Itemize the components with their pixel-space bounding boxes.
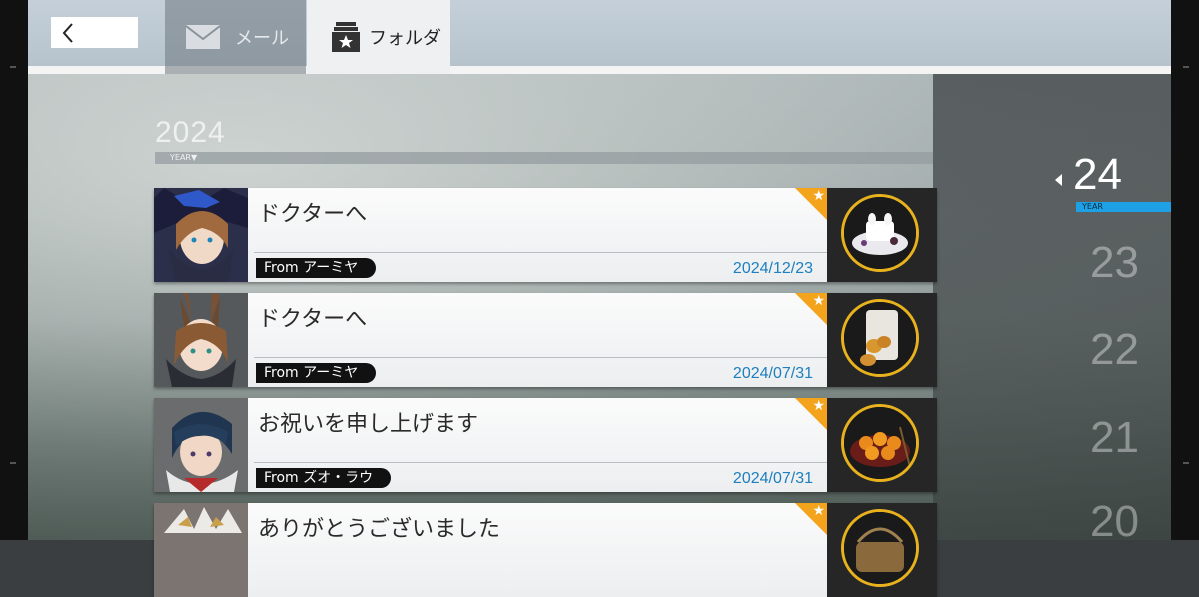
gift-slot[interactable] [827,398,937,492]
sender-portrait [154,398,248,492]
star-icon: ★ [812,398,825,414]
mail-card: ありがとうございました ★ [248,503,827,597]
gift-snack-bag-icon [841,299,919,377]
sender-portrait [154,293,248,387]
gift-pancakes-icon [841,404,919,482]
year-option[interactable]: 22 [1090,325,1139,375]
gift-cake-icon [841,194,919,272]
tab-folder-label: フォルダ [369,28,441,49]
mail-subject: ドクターへ [258,202,368,227]
mail-item[interactable]: お祝いを申し上げます From ズオ・ラウ 2024/07/31 ★ [154,398,937,492]
star-icon: ★ [812,293,825,309]
sender-portrait [154,503,248,597]
tab-mail[interactable]: メール [165,0,306,74]
mail-date: 2024/07/31 [732,365,813,382]
right-frame [1171,0,1199,540]
mail-subject: お祝いを申し上げます [258,412,479,437]
mail-icon [185,25,221,49]
gift-slot[interactable] [827,293,937,387]
star-icon: ★ [812,503,825,519]
mail-sender: From アーミヤ [256,258,377,278]
mail-item[interactable]: ドクターへ From アーミヤ 2024/12/23 ★ [154,188,937,282]
section-year: 2024 [155,116,226,149]
gift-slot[interactable] [827,503,937,597]
tab-folder[interactable]: フォルダ [307,0,450,74]
gift-basket-icon [841,509,919,587]
mail-card: ドクターへ From アーミヤ 2024/07/31 ★ [248,293,827,387]
mail-divider [254,252,827,253]
year-pointer-icon [1055,174,1062,186]
year-current[interactable]: 24 [1073,150,1122,200]
gift-slot[interactable] [827,188,937,282]
sender-portrait [154,188,248,282]
mail-card: ドクターへ From アーミヤ 2024/12/23 ★ [248,188,827,282]
mail-subject: ありがとうございました [258,517,501,542]
year-option[interactable]: 21 [1090,413,1139,463]
tab-mail-label: メール [235,28,289,49]
back-button[interactable] [51,17,138,48]
mail-date: 2024/07/31 [732,470,813,487]
mail-divider [254,462,827,463]
star-icon: ★ [812,188,825,204]
year-current-label: YEAR [1076,202,1171,212]
mail-sender: From ズオ・ラウ [256,468,392,488]
mail-date: 2024/12/23 [732,260,813,277]
mail-subject: ドクターへ [258,307,368,332]
mail-divider [254,357,827,358]
year-option[interactable]: 23 [1090,238,1139,288]
mail-item[interactable]: ありがとうございました ★ [154,503,937,597]
section-year-sublabel: YEAR▼ [170,153,198,162]
mail-card: お祝いを申し上げます From ズオ・ラウ 2024/07/31 ★ [248,398,827,492]
year-scroller[interactable] [933,74,1171,540]
folder-star-icon [332,22,360,52]
mail-item[interactable]: ドクターへ From アーミヤ 2024/07/31 ★ [154,293,937,387]
section-year-bar [155,152,933,164]
left-frame [0,0,28,540]
mail-sender: From アーミヤ [256,363,377,383]
chevron-left-icon [62,22,73,43]
